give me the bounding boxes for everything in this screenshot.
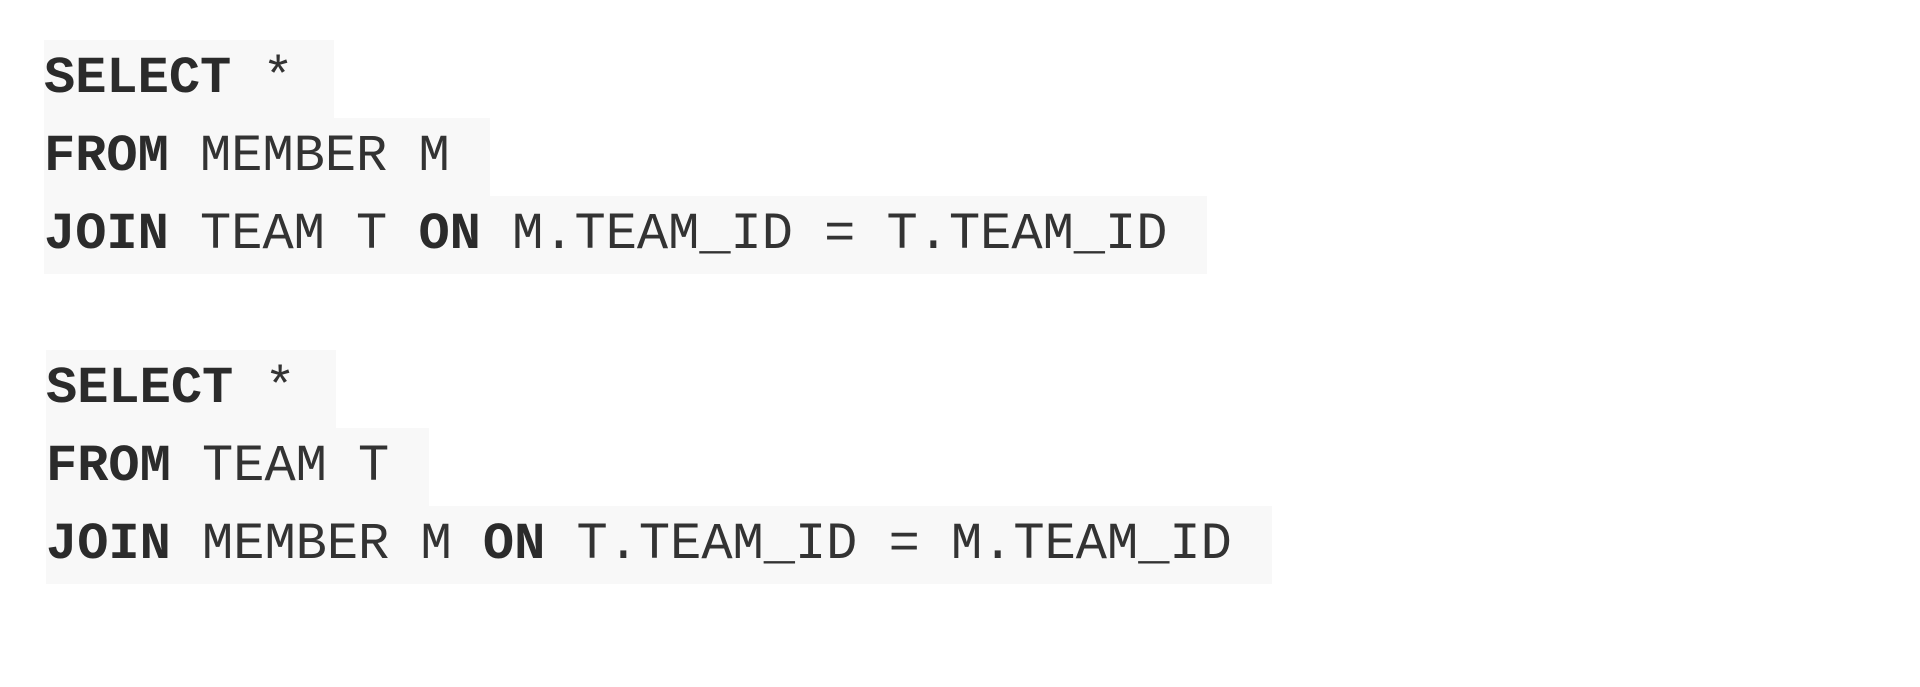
code-line-join: JOIN MEMBER M ON T.TEAM_ID = M.TEAM_ID bbox=[46, 506, 1272, 584]
sql-text: M.TEAM_ID = T.TEAM_ID bbox=[480, 205, 1168, 264]
code-line-select: SELECT * bbox=[46, 350, 336, 428]
code-line-from: FROM MEMBER M bbox=[44, 118, 490, 196]
code-line-select: SELECT * bbox=[44, 40, 334, 118]
sql-text: * bbox=[231, 49, 294, 108]
sql-text: MEMBER M bbox=[170, 515, 483, 574]
sql-keyword: JOIN bbox=[44, 205, 169, 264]
sql-text: T.TEAM_ID = M.TEAM_ID bbox=[545, 515, 1232, 574]
sql-keyword: JOIN bbox=[46, 515, 171, 574]
sql-keyword: ON bbox=[482, 515, 546, 574]
sql-query-1: SELECT * FROM MEMBER M JOIN TEAM T ON M.… bbox=[44, 40, 1208, 274]
sql-keyword: SELECT bbox=[46, 359, 234, 418]
sql-text: MEMBER M bbox=[168, 127, 450, 186]
sql-keyword: FROM bbox=[46, 437, 171, 496]
sql-keyword: SELECT bbox=[44, 49, 232, 108]
sql-text: TEAM T bbox=[170, 437, 390, 496]
sql-query-2: SELECT * FROM TEAM T JOIN MEMBER M ON T.… bbox=[46, 350, 1272, 584]
sql-keyword: ON bbox=[418, 205, 481, 264]
sql-text: TEAM T bbox=[168, 205, 419, 264]
code-line-join: JOIN TEAM T ON M.TEAM_ID = T.TEAM_ID bbox=[44, 196, 1208, 274]
code-line-from: FROM TEAM T bbox=[46, 428, 430, 506]
sql-text: * bbox=[233, 359, 296, 418]
sql-keyword: FROM bbox=[44, 127, 169, 186]
